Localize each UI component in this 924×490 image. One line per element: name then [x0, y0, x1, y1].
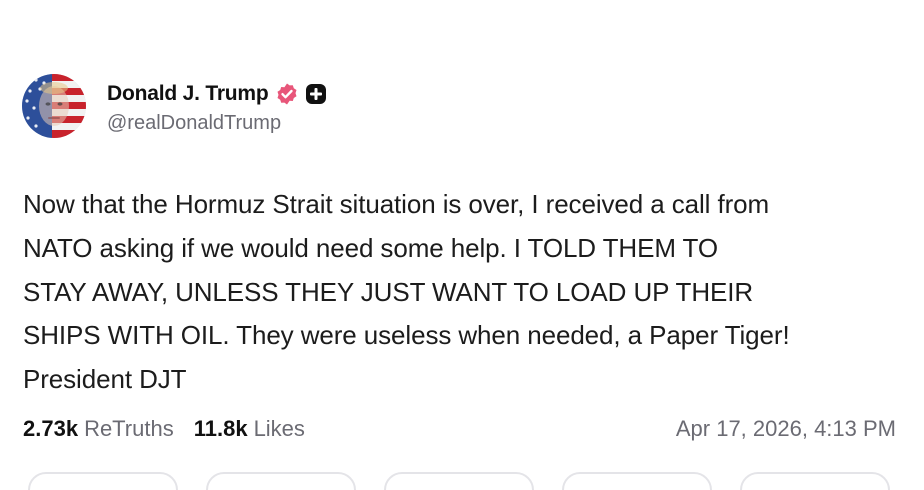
- more-button[interactable]: [740, 472, 890, 490]
- verified-badge-icon: [275, 82, 299, 106]
- action-button-row: [0, 472, 924, 490]
- like-button[interactable]: [384, 472, 534, 490]
- avatar[interactable]: [22, 74, 86, 138]
- share-button[interactable]: [562, 472, 712, 490]
- likes-label: Likes: [253, 416, 305, 441]
- post-stats: 2.73k ReTruths 11.8k Likes: [23, 416, 305, 442]
- flag-portrait-avatar-icon: [22, 74, 86, 138]
- author-handle[interactable]: @realDonaldTrump: [107, 112, 327, 135]
- post-text: Now that the Hormuz Strait situation is …: [23, 189, 790, 395]
- likes-stat[interactable]: 11.8k Likes: [194, 416, 305, 442]
- retruths-label: ReTruths: [84, 416, 174, 441]
- retruths-stat[interactable]: 2.73k ReTruths: [23, 416, 174, 442]
- retruths-count: 2.73k: [23, 416, 79, 441]
- author-names: Donald J. Trump @realDonaldTrump: [107, 74, 327, 135]
- reply-button[interactable]: [28, 472, 178, 490]
- plus-badge-icon: [305, 83, 327, 105]
- post-header: Donald J. Trump @realDonaldTrump: [22, 74, 327, 140]
- name-row: Donald J. Trump: [107, 81, 327, 107]
- post-card: Donald J. Trump @realDonaldTrump Now tha…: [0, 0, 924, 490]
- likes-count: 11.8k: [193, 416, 248, 441]
- retruth-button[interactable]: [206, 472, 356, 490]
- post-timestamp[interactable]: Apr 17, 2026, 4:13 PM: [676, 416, 896, 442]
- author-display-name[interactable]: Donald J. Trump: [107, 82, 269, 106]
